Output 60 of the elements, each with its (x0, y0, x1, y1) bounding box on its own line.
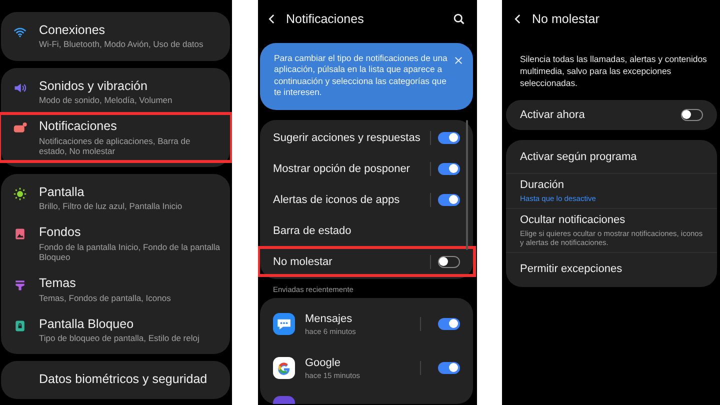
back-icon[interactable] (514, 13, 522, 25)
toggle-switch[interactable] (438, 318, 460, 330)
info-text: Para cambiar el tipo de notificaciones de una aplicación, púlsala en la lista que aparece a continuación y selecciona las categorías que te interesen. (274, 53, 448, 98)
g-letter-icon (273, 357, 295, 380)
option-row[interactable]: Alertas de iconos de apps (258, 184, 476, 216)
option-label: Activar ahora (520, 108, 586, 121)
option-row[interactable]: Permitir excepciones (506, 252, 717, 285)
item-title: Pantalla (39, 184, 86, 200)
app-name: Google (305, 356, 342, 369)
item-subtitle: Modo de sonido, Melodía, Volumen (39, 94, 172, 106)
option-row[interactable]: Activar según programa (506, 142, 717, 174)
option-row[interactable]: Mostrar opción de posponer (258, 153, 476, 184)
option-label: Mostrar opción de posponer (273, 162, 411, 175)
toggle-switch[interactable] (438, 256, 460, 268)
settings-item[interactable]: Pantalla Brillo, Filtro de luz azul, Pantalla Inicio (0, 178, 232, 218)
toggle-switch[interactable] (438, 194, 460, 206)
item-subtitle: Notificaciones de aplicaciones, Barra de estado, No molestar (39, 136, 192, 156)
screen-title: No molestar (532, 12, 600, 26)
option-row[interactable]: Barra de estado (258, 215, 476, 246)
item-title: Conexiones (39, 23, 106, 38)
item-subtitle: Tipo de bloqueo de pantalla, Estilo de reloj (39, 333, 200, 344)
settings-item[interactable]: Conexiones Wi-Fi, Bluetooth, Modo Avión, Uso de datos (0, 16, 232, 57)
option-row[interactable]: Sugerir acciones y respuestas (258, 122, 476, 154)
toggle-switch[interactable] (438, 362, 460, 374)
search-icon[interactable] (453, 13, 465, 25)
back-icon[interactable] (268, 13, 276, 25)
item-title: Notificaciones (39, 119, 118, 134)
screen-title: Notificaciones (286, 12, 365, 26)
item-title: Sonidos y vibración (39, 78, 148, 93)
option-title: Permitir excepciones (520, 262, 624, 275)
toggle-switch[interactable] (438, 132, 460, 144)
option-label: Alertas de iconos de apps (273, 194, 401, 206)
toggle-switch[interactable] (681, 108, 703, 121)
option-title: Ocultar notificaciones (520, 214, 626, 226)
settings-item[interactable]: Pantalla Bloqueo Tipo de bloqueo de pantalla, Estilo de reloj (0, 310, 232, 350)
description-text: Silencia todas las llamadas, alertas y contenidos multimedia, salvo para las excepciones seleccionadas. (520, 53, 708, 90)
option-title: Activar según programa (520, 151, 638, 164)
item-title: Temas (39, 276, 77, 291)
item-subtitle: Fondo de la pantalla Inicio, Fondo de la pantalla Bloqueo (39, 242, 220, 262)
item-subtitle: Brillo, Filtro de luz azul, Pantalla Inicio (39, 201, 182, 212)
settings-item[interactable]: Temas Temas, Fondos de pantalla, Iconos (0, 269, 232, 310)
item-title: Datos biométricos y seguridad (39, 372, 208, 387)
settings-item[interactable]: Fondos Fondo de la pantalla Inicio, Fondo de la pantalla Bloqueo (0, 218, 232, 270)
close-icon[interactable] (454, 56, 463, 65)
toggle-switch[interactable] (438, 162, 460, 175)
item-subtitle: Wi-Fi, Bluetooth, Modo Avión, Uso de datos (39, 39, 204, 50)
settings-item[interactable]: Sonidos y vibración Modo de sonido, Melodía, Volumen (0, 72, 232, 112)
option-label: No molestar (273, 256, 334, 268)
settings-item[interactable]: Datos biométricos y seguridad (0, 365, 232, 396)
option-row[interactable]: No molestar (258, 246, 476, 278)
chat-bubble-icon (273, 313, 295, 336)
item-title: Fondos (39, 225, 82, 240)
item-subtitle: Temas, Fondos de pantalla, Iconos (39, 292, 171, 303)
app-name: Mensajes (305, 312, 354, 325)
option-title: Duración (520, 178, 566, 191)
option-label: Barra de estado (273, 224, 352, 237)
option-label: Sugerir acciones y respuestas (273, 132, 422, 144)
settings-item[interactable]: Notificaciones Notificaciones de aplicaciones, Barra de estado, No molestar (0, 112, 232, 163)
activate-card[interactable]: Activar ahora (506, 100, 717, 130)
item-title: Pantalla Bloqueo (39, 316, 135, 332)
